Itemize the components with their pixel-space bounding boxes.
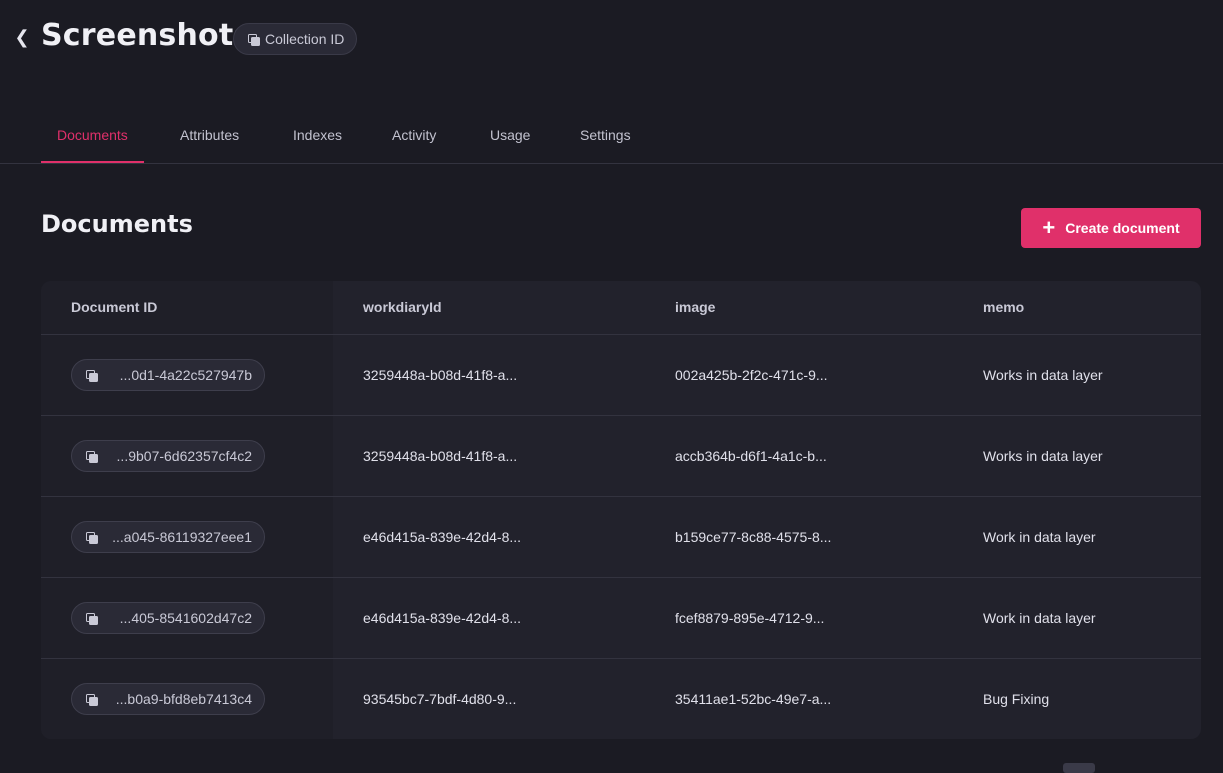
column-header-document-id[interactable]: Document ID xyxy=(71,281,157,335)
table-header: Document ID workdiaryId image memo xyxy=(41,281,1201,335)
table-row[interactable]: ...a045-86119327eee1 e46d415a-839e-42d4-… xyxy=(41,497,1201,578)
table-row[interactable]: ...9b07-6d62357cf4c2 3259448a-b08d-41f8-… xyxy=(41,416,1201,497)
copy-icon xyxy=(86,369,98,382)
tab-usage[interactable]: Usage xyxy=(474,112,546,163)
page-header: ❮ Screenshots Collection ID xyxy=(0,0,1223,80)
copy-icon xyxy=(86,450,98,463)
tab-indexes[interactable]: Indexes xyxy=(277,112,358,163)
page-title: Screenshots xyxy=(41,18,252,53)
cell-workdiaryid: e46d415a-839e-42d4-8... xyxy=(363,529,522,545)
document-id-copy-button[interactable]: ...a045-86119327eee1 xyxy=(71,521,265,553)
cell-memo: Works in data layer xyxy=(983,448,1103,464)
document-id-copy-button[interactable]: ...0d1-4a22c527947b xyxy=(71,359,265,391)
create-document-button[interactable]: + Create document xyxy=(1021,208,1201,248)
cell-workdiaryid: 3259448a-b08d-41f8-a... xyxy=(363,367,518,383)
cell-image: b159ce77-8c88-4575-8... xyxy=(675,529,832,545)
cell-memo: Work in data layer xyxy=(983,529,1096,545)
section-title: Documents xyxy=(41,210,193,238)
pagination-button[interactable] xyxy=(1063,763,1095,773)
tab-attributes[interactable]: Attributes xyxy=(164,112,255,163)
column-header-memo[interactable]: memo xyxy=(983,281,1024,335)
document-id: ...405-8541602d47c2 xyxy=(119,610,252,626)
collection-id-label: Collection ID xyxy=(265,31,345,47)
document-id: ...9b07-6d62357cf4c2 xyxy=(116,448,252,464)
document-id-copy-button[interactable]: ...405-8541602d47c2 xyxy=(71,602,265,634)
cell-image: 35411ae1-52bc-49e7-a... xyxy=(675,691,832,707)
plus-icon: + xyxy=(1042,215,1056,240)
collection-id-button[interactable]: Collection ID xyxy=(233,23,358,55)
document-id-copy-button[interactable]: ...b0a9-bfd8eb7413c4 xyxy=(71,683,265,715)
cell-image: 002a425b-2f2c-471c-9... xyxy=(675,367,828,383)
tab-settings[interactable]: Settings xyxy=(564,112,647,163)
tab-activity[interactable]: Activity xyxy=(376,112,452,163)
copy-icon xyxy=(86,693,98,706)
cell-image: fcef8879-895e-4712-9... xyxy=(675,610,825,626)
create-document-label: Create document xyxy=(1065,220,1180,236)
documents-table: Document ID workdiaryId image memo ...0d… xyxy=(41,281,1201,739)
table-row[interactable]: ...405-8541602d47c2 e46d415a-839e-42d4-8… xyxy=(41,578,1201,659)
cell-memo: Bug Fixing xyxy=(983,691,1050,707)
column-header-image[interactable]: image xyxy=(675,281,715,335)
document-id: ...b0a9-bfd8eb7413c4 xyxy=(115,691,252,707)
chevron-left-icon[interactable]: ❮ xyxy=(14,28,30,46)
copy-icon xyxy=(248,33,260,46)
copy-icon xyxy=(86,531,98,544)
table-row[interactable]: ...b0a9-bfd8eb7413c4 93545bc7-7bdf-4d80-… xyxy=(41,659,1201,739)
cell-memo: Work in data layer xyxy=(983,610,1096,626)
cell-workdiaryid: e46d415a-839e-42d4-8... xyxy=(363,610,522,626)
column-header-workdiaryid[interactable]: workdiaryId xyxy=(363,281,442,335)
document-id: ...a045-86119327eee1 xyxy=(112,529,252,545)
document-id: ...0d1-4a22c527947b xyxy=(119,367,252,383)
tab-documents[interactable]: Documents xyxy=(41,112,144,163)
table-row[interactable]: ...0d1-4a22c527947b 3259448a-b08d-41f8-a… xyxy=(41,335,1201,416)
copy-icon xyxy=(86,612,98,625)
cell-workdiaryid: 93545bc7-7bdf-4d80-9... xyxy=(363,691,517,707)
cell-image: accb364b-d6f1-4a1c-b... xyxy=(675,448,827,464)
document-id-copy-button[interactable]: ...9b07-6d62357cf4c2 xyxy=(71,440,265,472)
cell-memo: Works in data layer xyxy=(983,367,1103,383)
cell-workdiaryid: 3259448a-b08d-41f8-a... xyxy=(363,448,518,464)
tab-bar: Documents Attributes Indexes Activity Us… xyxy=(0,112,1223,164)
